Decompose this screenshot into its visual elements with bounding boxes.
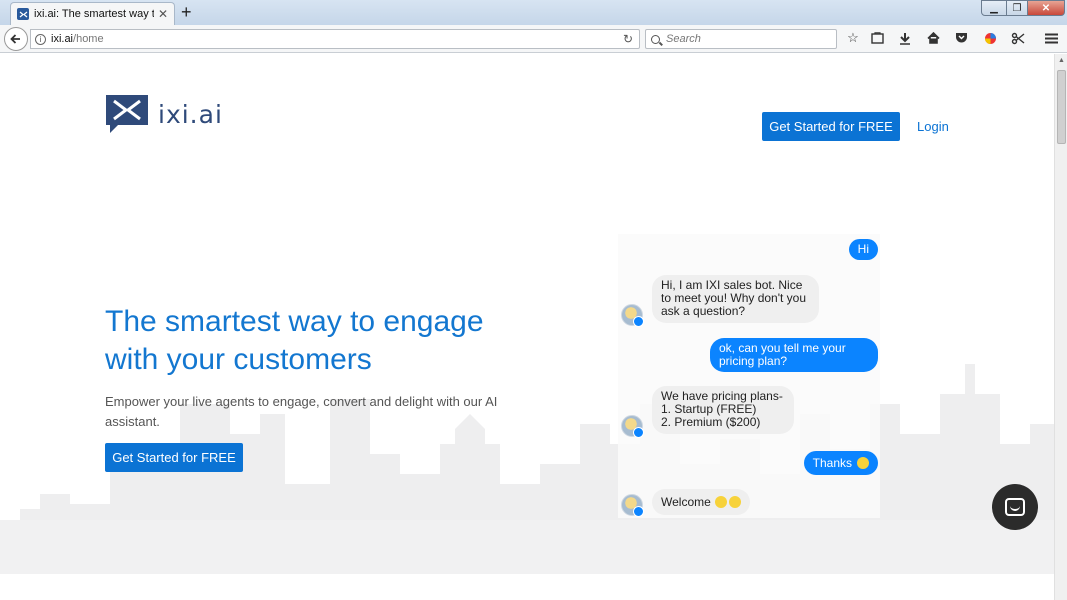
new-tab-button[interactable]: + [181, 3, 192, 21]
browser-tab[interactable]: ixi.ai: The smartest way to en ✕ [10, 2, 175, 25]
chat-launcher-icon [1005, 498, 1025, 516]
home-icon[interactable] [925, 30, 941, 46]
window-titlebar: ixi.ai: The smartest way to en ✕ + ▁ ❐ ✕ [0, 0, 1067, 25]
search-placeholder: Search [666, 33, 701, 45]
smiley-emoji-icon [857, 457, 869, 469]
chat-demo-panel: Hi Hi, I am IXI sales bot. Nice to meet … [618, 234, 880, 518]
logo-text: ixi.ai [158, 99, 223, 129]
footer-strip [0, 574, 1054, 600]
window-restore-button[interactable]: ❐ [1006, 0, 1028, 16]
bot-avatar-icon [621, 494, 644, 517]
url-path: /home [73, 33, 104, 45]
chat-user-message-thanks: Thanks [803, 451, 878, 475]
bot-avatar-icon [621, 415, 644, 438]
tab-close-icon[interactable]: ✕ [158, 7, 168, 21]
chat-user-message-text: Thanks [812, 455, 852, 470]
footer-band [0, 520, 1054, 574]
logo-envelope-icon [106, 95, 148, 133]
search-input[interactable]: Search [645, 29, 837, 49]
url-host: ixi.ai [51, 33, 74, 45]
chat-user-message: ok, can you tell me your pricing plan? [710, 338, 878, 372]
chat-bot-message-welcome: Welcome [652, 489, 750, 515]
reload-icon[interactable]: ↻ [623, 32, 633, 46]
header-get-started-button[interactable]: Get Started for FREE [762, 112, 900, 141]
window-minimize-button[interactable]: ▁ [981, 0, 1007, 16]
chat-bot-message: We have pricing plans- 1. Startup (FREE)… [652, 386, 794, 434]
chat-bot-message: Hi, I am IXI sales bot. Nice to meet you… [652, 275, 819, 323]
chat-bot-message-text: Welcome [661, 494, 711, 509]
download-icon[interactable] [897, 30, 913, 46]
extension-icon[interactable] [982, 30, 998, 46]
smiley-emoji-icon [714, 496, 727, 508]
info-icon[interactable]: i [35, 33, 46, 45]
reading-list-icon[interactable] [869, 30, 885, 46]
chat-user-message: Hi [848, 239, 878, 260]
window-close-button[interactable]: ✕ [1027, 0, 1065, 16]
chat-launcher-button[interactable] [992, 484, 1038, 530]
page-viewport: ixi.ai Get Started for FREE Login The sm… [0, 54, 1054, 600]
back-icon [10, 34, 20, 44]
pocket-icon[interactable] [953, 30, 969, 46]
scroll-up-arrow-icon[interactable]: ▲ [1058, 57, 1065, 64]
smiley-emoji-icon [728, 496, 741, 508]
hero-subtitle: Empower your live agents to engage, conv… [105, 394, 498, 429]
bot-avatar-icon [621, 304, 644, 327]
hero-get-started-button[interactable]: Get Started for FREE [105, 443, 243, 472]
search-icon [651, 34, 660, 44]
menu-icon[interactable] [1043, 30, 1059, 46]
address-bar[interactable]: i ixi.ai /home ↻ [30, 29, 640, 49]
site-logo[interactable]: ixi.ai [104, 93, 223, 135]
screenshot-icon[interactable] [1010, 30, 1026, 46]
page-scrollbar[interactable]: ▲ [1054, 54, 1067, 600]
login-link[interactable]: Login [917, 119, 949, 134]
ixi-favicon-icon [17, 8, 29, 20]
bookmark-star-icon[interactable]: ☆ [845, 30, 861, 46]
back-button[interactable] [4, 27, 28, 51]
scrollbar-thumb[interactable] [1057, 70, 1066, 144]
tab-title: ixi.ai: The smartest way to en [34, 8, 154, 20]
hero-title: The smartest way to engage with your cus… [105, 305, 484, 376]
